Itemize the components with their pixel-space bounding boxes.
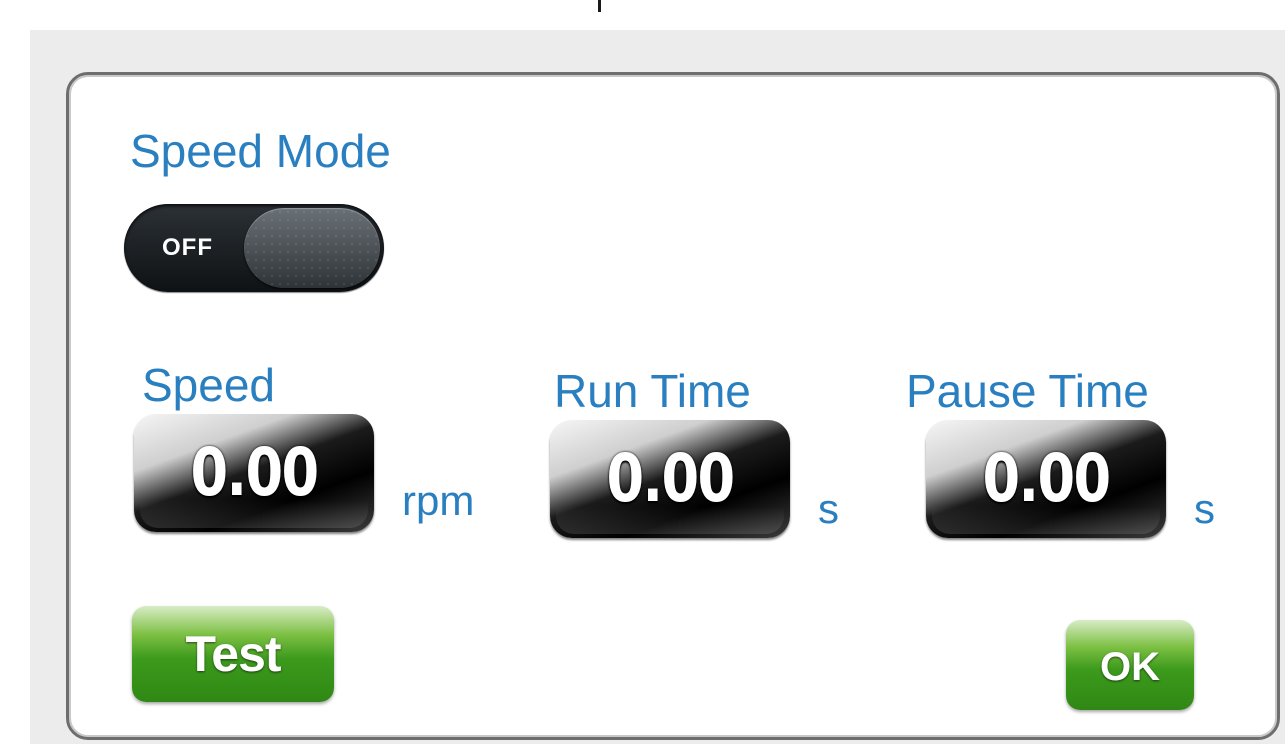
speed-value: 0.00	[190, 434, 320, 511]
top-divider-tick	[598, 0, 601, 12]
app-screen: Speed Mode OFF Speed 0.00 rpm Run Time 0…	[0, 0, 1285, 744]
ok-button[interactable]: OK	[1066, 620, 1194, 710]
run-time-label: Run Time	[554, 365, 751, 417]
speed-label: Speed	[142, 359, 276, 411]
speed-input[interactable]: 0.00	[134, 414, 374, 532]
pause-time-input[interactable]: 0.00	[926, 420, 1166, 538]
test-button[interactable]: Test	[132, 606, 334, 702]
dialog-title: Speed Mode	[130, 125, 391, 177]
pause-time-unit: s	[1194, 485, 1215, 532]
speed-mode-toggle[interactable]: OFF	[124, 204, 384, 292]
pause-time-label: Pause Time	[906, 365, 1149, 417]
run-time-value: 0.00	[606, 440, 736, 517]
pause-time-value: 0.00	[982, 440, 1112, 517]
speed-unit: rpm	[402, 477, 475, 524]
run-time-input[interactable]: 0.00	[550, 420, 790, 538]
run-time-unit: s	[818, 485, 839, 532]
toggle-knob[interactable]	[244, 208, 380, 288]
toggle-state-label: OFF	[162, 234, 213, 261]
